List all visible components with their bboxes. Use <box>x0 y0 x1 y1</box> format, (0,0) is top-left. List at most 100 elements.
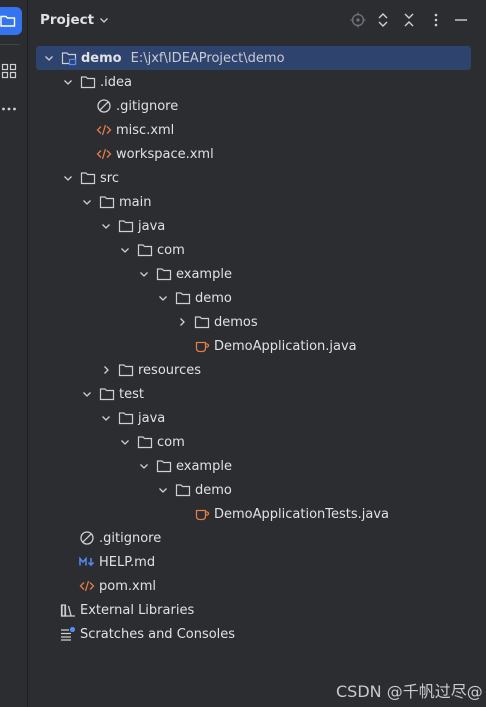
tree-row-resources[interactable]: resources <box>28 358 486 382</box>
expand-all-icon <box>378 13 388 27</box>
tree-row-main-java[interactable]: java <box>28 214 486 238</box>
tree-row-test-com[interactable]: com <box>28 430 486 454</box>
locate-button[interactable] <box>350 12 366 28</box>
options-button[interactable] <box>428 12 444 28</box>
chevron-down-icon <box>100 18 109 23</box>
tree-row-src[interactable]: src <box>28 166 486 190</box>
tree-row-idea[interactable]: .idea <box>28 70 486 94</box>
folder-icon <box>99 386 115 402</box>
package-folder-icon <box>194 314 210 330</box>
chevron-down-icon[interactable] <box>117 434 133 450</box>
options-icon <box>434 13 438 27</box>
package-folder-icon <box>175 482 191 498</box>
xml-file-icon <box>96 122 112 138</box>
tool-window-stripe <box>0 0 28 707</box>
tree-label: demo <box>195 290 232 306</box>
tree-row-demo-application-tests[interactable]: DemoApplicationTests.java <box>28 502 486 526</box>
more-icon <box>2 107 16 111</box>
tree-row-main-demo[interactable]: demo <box>28 286 486 310</box>
chevron-right-icon[interactable] <box>174 314 190 330</box>
tree-label: demo <box>195 482 232 498</box>
tree-row-demos[interactable]: demos <box>28 310 486 334</box>
project-panel: Project demo E:\jxf\IDEAProject\demo .id… <box>28 0 486 707</box>
chevron-right-icon[interactable] <box>98 362 114 378</box>
chevron-down-icon[interactable] <box>79 194 95 210</box>
chevron-down-icon[interactable] <box>117 242 133 258</box>
folder-icon <box>80 170 96 186</box>
tree-row-root-gitignore[interactable]: .gitignore <box>28 526 486 550</box>
hide-button[interactable] <box>453 12 469 28</box>
tree-label: HELP.md <box>99 554 156 570</box>
tree-label: Scratches and Consoles <box>80 626 236 642</box>
scratches-icon <box>60 626 76 642</box>
package-folder-icon <box>156 266 172 282</box>
chevron-down-icon[interactable] <box>79 386 95 402</box>
tree-row-main-example[interactable]: example <box>28 262 486 286</box>
tree-row-test-java[interactable]: java <box>28 406 486 430</box>
package-folder-icon <box>156 458 172 474</box>
chevron-down-icon[interactable] <box>60 170 76 186</box>
project-tool-button[interactable] <box>0 7 22 35</box>
chevron-down-icon[interactable] <box>60 74 76 90</box>
chevron-down-icon[interactable] <box>155 290 171 306</box>
chevron-down-icon[interactable] <box>98 218 114 234</box>
expand-all-button[interactable] <box>375 12 391 28</box>
tree-row-demo-root[interactable]: demo E:\jxf\IDEAProject\demo <box>36 46 471 70</box>
tree-row-pom-xml[interactable]: pom.xml <box>28 574 486 598</box>
tree-label: .gitignore <box>116 98 179 114</box>
tree-row-idea-gitignore[interactable]: .gitignore <box>28 94 486 118</box>
tree-row-test-demo[interactable]: demo <box>28 478 486 502</box>
panel-header: Project <box>28 0 486 40</box>
panel-title: Project <box>40 12 95 28</box>
module-folder-icon <box>61 50 77 66</box>
tree-row-help-md[interactable]: HELP.md <box>28 550 486 574</box>
chevron-down-icon[interactable] <box>136 458 152 474</box>
tree-row-workspace-xml[interactable]: workspace.xml <box>28 142 486 166</box>
tree-label: demo <box>81 50 122 66</box>
chevron-down-icon[interactable] <box>98 410 114 426</box>
tree-label: demos <box>214 314 258 330</box>
ignore-file-icon <box>79 530 95 546</box>
chevron-down-icon[interactable] <box>155 482 171 498</box>
tree-row-test[interactable]: test <box>28 382 486 406</box>
chevron-down-icon[interactable] <box>136 266 152 282</box>
tree-row-test-example[interactable]: example <box>28 454 486 478</box>
tree-row-external-libraries[interactable]: External Libraries <box>28 598 486 622</box>
tree-label: .gitignore <box>99 530 162 546</box>
tree-label: java <box>138 410 166 426</box>
tree-row-scratches[interactable]: Scratches and Consoles <box>28 622 486 646</box>
package-folder-icon <box>137 434 153 450</box>
library-icon <box>60 602 76 618</box>
chevron-down-icon[interactable] <box>41 50 57 66</box>
tree-row-demo-application[interactable]: DemoApplication.java <box>28 334 486 358</box>
markdown-file-icon <box>79 554 95 570</box>
collapse-all-icon <box>404 13 414 27</box>
tree-label: DemoApplication.java <box>214 338 357 354</box>
stripe-divider <box>0 44 20 45</box>
structure-icon <box>1 63 17 79</box>
tree-label: java <box>138 218 166 234</box>
module-path: E:\jxf\IDEAProject\demo <box>130 50 285 66</box>
package-folder-icon <box>175 290 191 306</box>
folder-icon <box>80 74 96 90</box>
tree-label: pom.xml <box>99 578 156 594</box>
tree-label: src <box>100 170 119 186</box>
collapse-all-button[interactable] <box>401 12 417 28</box>
tree-label: com <box>157 242 185 258</box>
source-folder-icon <box>118 218 134 234</box>
tree-row-main[interactable]: main <box>28 190 486 214</box>
package-folder-icon <box>137 242 153 258</box>
hide-icon <box>455 19 467 21</box>
view-selector[interactable]: Project <box>40 12 110 28</box>
tree-row-main-com[interactable]: com <box>28 238 486 262</box>
folder-icon <box>99 194 115 210</box>
watermark: CSDN @千帆过尽@ <box>336 682 483 701</box>
project-folder-icon <box>0 15 16 27</box>
java-class-icon <box>194 506 210 522</box>
more-tool-windows-button[interactable] <box>0 100 18 118</box>
tree-label: misc.xml <box>116 122 175 138</box>
test-source-folder-icon <box>118 410 134 426</box>
tree-row-misc-xml[interactable]: misc.xml <box>28 118 486 142</box>
structure-tool-button[interactable] <box>0 62 18 80</box>
tree-label: DemoApplicationTests.java <box>214 506 390 522</box>
